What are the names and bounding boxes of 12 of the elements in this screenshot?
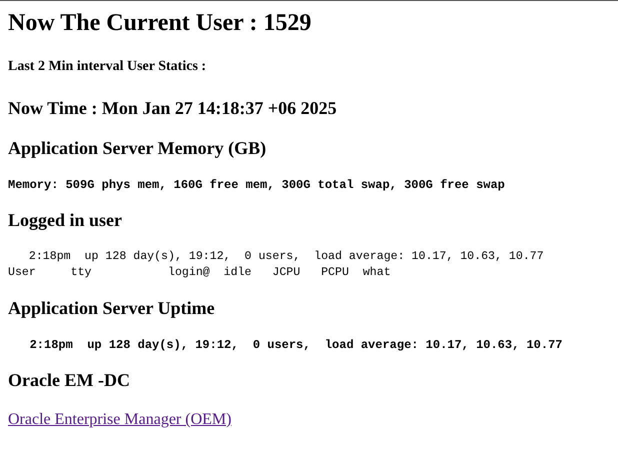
page-title: Now The Current User : 1529 — [8, 9, 312, 37]
section-heading: Application Server Uptime — [8, 297, 216, 319]
section-subheading: Last 2 Min interval User Statics : — [8, 58, 208, 76]
console-output-line: 2:18pm up 128 day(s), 19:12, 0 users, load average: 10.17, 10.63, 10.77 — [28, 337, 564, 353]
console-output-line: 2:18pm up 128 day(s), 19:12, 0 users, load average: 10.17, 10.63, 10.77 — [28, 249, 545, 265]
console-output-line: User tty login@ idle JCPU PCPU what — [8, 265, 392, 281]
section-heading: Logged in user — [8, 209, 124, 231]
section-heading: Now Time : Mon Jan 27 14:18:37 +06 2025 — [8, 97, 338, 119]
section-heading: Application Server Memory (GB) — [8, 137, 268, 159]
section-heading: Oracle EM -DC — [8, 369, 131, 391]
oem-link[interactable]: Oracle Enterprise Manager (OEM) — [8, 411, 232, 429]
console-output-line: Memory: 509G phys mem, 160G free mem, 300G total swap, 300G free swap — [8, 177, 506, 193]
